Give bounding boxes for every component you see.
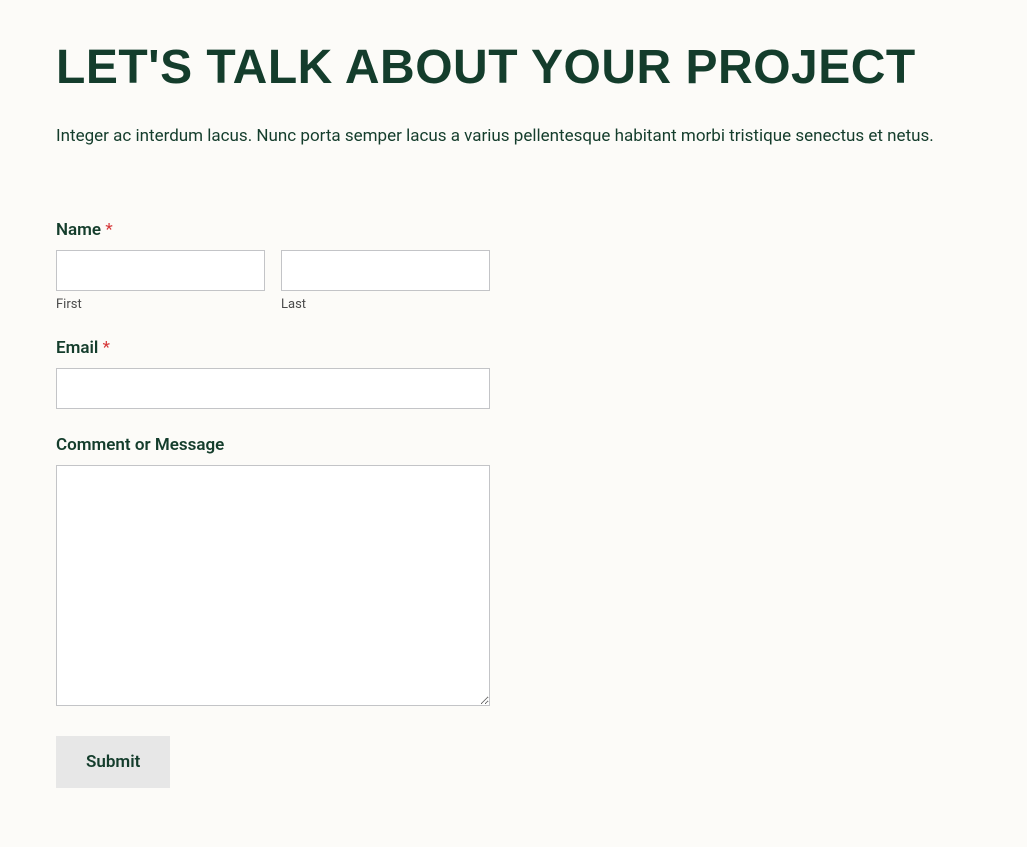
name-field-group: Name * First Last	[56, 220, 490, 312]
first-name-sublabel: First	[56, 297, 265, 312]
name-label-text: Name	[56, 220, 101, 240]
page-title: Let's talk about your project	[56, 40, 971, 95]
submit-button[interactable]: Submit	[56, 736, 170, 788]
required-marker: *	[103, 338, 110, 358]
email-label: Email *	[56, 338, 490, 358]
contact-form: Name * First Last Email * Comment or Mes…	[56, 220, 490, 788]
message-field-group: Comment or Message	[56, 435, 490, 710]
last-name-sublabel: Last	[281, 297, 490, 312]
email-input[interactable]	[56, 368, 490, 409]
name-label: Name *	[56, 220, 490, 240]
last-name-input[interactable]	[281, 250, 490, 291]
first-name-input[interactable]	[56, 250, 265, 291]
message-textarea[interactable]	[56, 465, 490, 706]
intro-text: Integer ac interdum lacus. Nunc porta se…	[56, 123, 971, 150]
email-label-text: Email	[56, 338, 98, 358]
email-field-group: Email *	[56, 338, 490, 409]
required-marker: *	[105, 220, 112, 240]
message-label: Comment or Message	[56, 435, 490, 455]
